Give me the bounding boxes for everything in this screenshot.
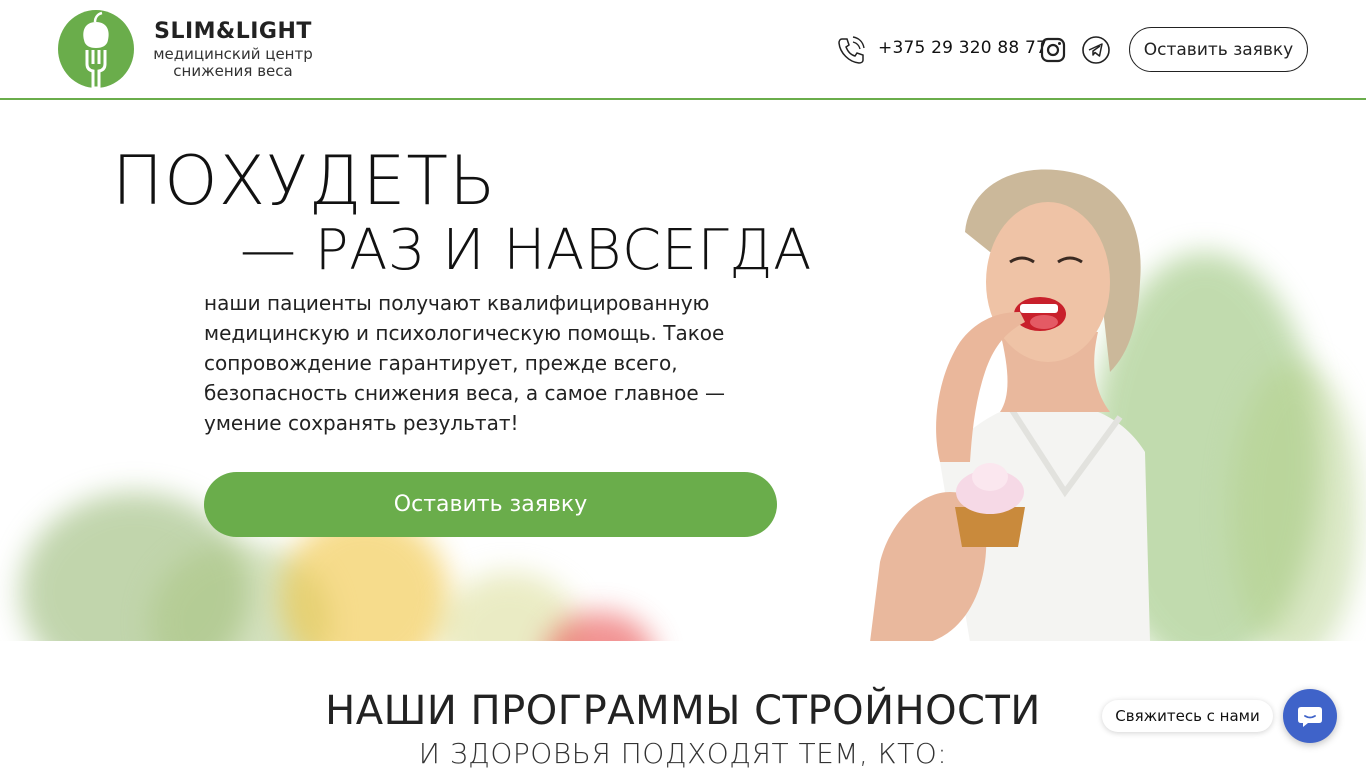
chat-label[interactable]: Свяжитесь с нами bbox=[1102, 700, 1273, 732]
instagram-icon[interactable] bbox=[1039, 36, 1067, 64]
header-request-button[interactable]: Оставить заявку bbox=[1129, 27, 1308, 72]
hero-description: наши пациенты получают квалифицированную… bbox=[204, 291, 726, 435]
site-header: SLIM&LIGHT медицинский центр снижения ве… bbox=[0, 0, 1366, 100]
hero-woman-image bbox=[870, 169, 1150, 641]
chat-button[interactable] bbox=[1283, 689, 1337, 743]
phone-number-link[interactable]: +375 29 320 88 77 bbox=[878, 38, 1047, 58]
chat-bubble-icon bbox=[1298, 707, 1322, 727]
brand-name: SLIM&LIGHT bbox=[154, 19, 312, 44]
programs-subtitle: И ЗДОРОВЬЯ ПОДХОДЯТ ТЕМ, КТО: bbox=[418, 737, 948, 770]
brand-subtitle-2: снижения веса bbox=[173, 62, 293, 80]
brand-subtitle-1: медицинский центр bbox=[153, 45, 313, 63]
brand: SLIM&LIGHT медицинский центр снижения ве… bbox=[150, 18, 316, 80]
phone-icon[interactable] bbox=[836, 35, 866, 65]
background-vegetables bbox=[1230, 362, 1360, 641]
hero-section: ПОХУДЕТЬ — РАЗ И НАВСЕГДА наши пациенты … bbox=[0, 102, 1366, 641]
telegram-icon[interactable] bbox=[1081, 35, 1111, 65]
hero-request-button[interactable]: Оставить заявку bbox=[204, 472, 777, 537]
hero-title-line1: ПОХУДЕТЬ bbox=[112, 142, 497, 221]
hero-title-line2: — РАЗ И НАВСЕГДА bbox=[240, 218, 812, 283]
logo-icon[interactable] bbox=[58, 10, 134, 88]
